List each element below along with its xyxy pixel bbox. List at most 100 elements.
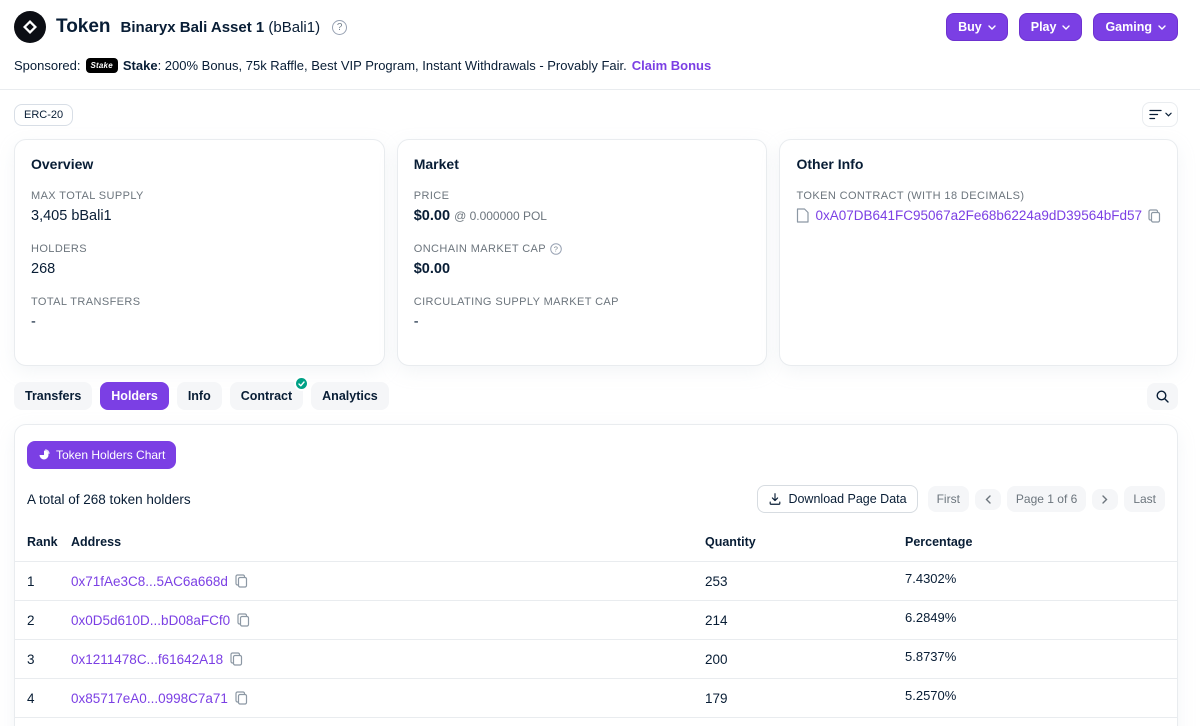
holder-percentage: 5.2570% bbox=[905, 688, 1165, 708]
col-address: Address bbox=[71, 535, 705, 549]
tabs-row: Transfers Holders Info Contract Analytic… bbox=[0, 366, 1200, 424]
gaming-label: Gaming bbox=[1105, 20, 1152, 34]
holder-rank: 3 bbox=[27, 652, 71, 667]
tab-list: Transfers Holders Info Contract Analytic… bbox=[14, 382, 389, 410]
overview-card: Overview MAX TOTAL SUPPLY 3,405 bBali1 H… bbox=[14, 139, 385, 366]
prev-page-button[interactable] bbox=[975, 489, 1001, 510]
page-title: Token bbox=[56, 16, 111, 38]
tab-contract[interactable]: Contract bbox=[230, 382, 303, 410]
last-page-button[interactable]: Last bbox=[1124, 486, 1165, 512]
holder-percentage: 7.4302% bbox=[905, 571, 1165, 591]
copy-icon bbox=[230, 652, 243, 666]
percentage-text: 5.2570% bbox=[905, 688, 1165, 703]
max-total-supply-label: MAX TOTAL SUPPLY bbox=[31, 190, 368, 202]
chart-button-label: Token Holders Chart bbox=[56, 448, 165, 462]
tab-transfers[interactable]: Transfers bbox=[14, 382, 92, 410]
price-usd: $0.00 bbox=[414, 208, 450, 224]
holder-quantity: 253 bbox=[705, 574, 905, 589]
play-label: Play bbox=[1031, 20, 1057, 34]
market-title: Market bbox=[414, 156, 751, 172]
table-row: 5 0x02502377...f65d54DC1 157 4.6109% bbox=[15, 718, 1177, 726]
help-icon[interactable]: ? bbox=[332, 20, 347, 35]
chevron-right-icon bbox=[1102, 495, 1108, 504]
sponsored-banner: Sponsored: Stake Stake: 200% Bonus, 75k … bbox=[0, 53, 1200, 89]
circulating-marketcap-label: CIRCULATING SUPPLY MARKET CAP bbox=[414, 296, 751, 308]
top-bar: Token Binaryx Bali Asset 1 (bBali1) ? Bu… bbox=[0, 0, 1200, 53]
token-logo-icon bbox=[14, 11, 46, 43]
display-options-button[interactable] bbox=[1142, 102, 1178, 127]
buy-menu-button[interactable]: Buy bbox=[946, 13, 1008, 41]
sponsored-text: Stake: 200% Bonus, 75k Raffle, Best VIP … bbox=[123, 58, 627, 73]
verified-check-icon bbox=[294, 376, 309, 391]
copy-address-button[interactable] bbox=[237, 613, 250, 627]
summary-cards: Overview MAX TOTAL SUPPLY 3,405 bBali1 H… bbox=[0, 137, 1200, 366]
percentage-text: 7.4302% bbox=[905, 571, 1165, 586]
percentage-text: 6.2849% bbox=[905, 610, 1165, 625]
onchain-marketcap-value: $0.00 bbox=[414, 261, 751, 277]
search-button[interactable] bbox=[1147, 383, 1178, 410]
holder-address-link[interactable]: 0x0D5d610D...bD08aFCf0 bbox=[71, 613, 230, 628]
document-icon bbox=[796, 208, 809, 223]
tab-holders[interactable]: Holders bbox=[100, 382, 169, 410]
copy-address-button[interactable] bbox=[230, 652, 243, 666]
page-indicator: Page 1 of 6 bbox=[1007, 486, 1086, 512]
holders-label: HOLDERS bbox=[31, 243, 368, 255]
holder-address-link[interactable]: 0x85717eA0...0998C7a71 bbox=[71, 691, 228, 706]
total-transfers-label: TOTAL TRANSFERS bbox=[31, 296, 368, 308]
gaming-menu-button[interactable]: Gaming bbox=[1093, 13, 1178, 41]
holder-percentage: 6.2849% bbox=[905, 610, 1165, 630]
sponsored-label: Sponsored: bbox=[14, 58, 81, 73]
other-info-title: Other Info bbox=[796, 156, 1161, 172]
copy-icon bbox=[1148, 209, 1161, 223]
copy-address-button[interactable] bbox=[235, 574, 248, 588]
holder-rank: 4 bbox=[27, 691, 71, 706]
onchain-marketcap-label: ONCHAIN MARKET CAP ? bbox=[414, 243, 751, 255]
token-holders-chart-button[interactable]: Token Holders Chart bbox=[27, 441, 176, 469]
holder-address-link[interactable]: 0x71fAe3C8...5AC6a668d bbox=[71, 574, 228, 589]
download-icon bbox=[768, 492, 782, 506]
holder-quantity: 179 bbox=[705, 691, 905, 706]
copy-address-button[interactable] bbox=[235, 691, 248, 705]
stake-logo: Stake bbox=[86, 58, 118, 73]
token-contract-address-link[interactable]: 0xA07DB641FC95067a2Fe68b6224a9dD39564bFd… bbox=[815, 208, 1142, 223]
next-page-button[interactable] bbox=[1092, 489, 1118, 510]
col-rank: Rank bbox=[27, 535, 71, 549]
badge-row: ERC-20 bbox=[0, 90, 1200, 137]
download-page-data-button[interactable]: Download Page Data bbox=[757, 485, 917, 513]
holders-panel: Token Holders Chart A total of 268 token… bbox=[14, 424, 1178, 726]
svg-text:?: ? bbox=[554, 244, 559, 253]
holders-table-body: 1 0x71fAe3C8...5AC6a668d 253 7.4302% 2 0… bbox=[15, 562, 1177, 726]
col-quantity: Quantity bbox=[705, 535, 905, 549]
tab-info[interactable]: Info bbox=[177, 382, 222, 410]
other-info-card: Other Info TOKEN CONTRACT (WITH 18 DECIM… bbox=[779, 139, 1178, 366]
overview-title: Overview bbox=[31, 156, 368, 172]
token-contract-label: TOKEN CONTRACT (WITH 18 DECIMALS) bbox=[796, 190, 1161, 202]
holders-value: 268 bbox=[31, 261, 368, 277]
price-value: $0.00 @ 0.000000 POL bbox=[414, 208, 751, 224]
total-holders-text: A total of 268 token holders bbox=[27, 492, 191, 507]
pie-chart-icon bbox=[38, 449, 50, 461]
first-page-button[interactable]: First bbox=[928, 486, 969, 512]
filter-list-icon bbox=[1149, 109, 1162, 120]
table-header: Rank Address Quantity Percentage bbox=[15, 527, 1177, 562]
chevron-down-icon bbox=[1158, 25, 1166, 30]
circulating-marketcap-value: - bbox=[414, 314, 751, 330]
download-label: Download Page Data bbox=[788, 492, 906, 506]
holder-quantity: 214 bbox=[705, 613, 905, 628]
copy-address-button[interactable] bbox=[1148, 209, 1161, 223]
percentage-text: 5.8737% bbox=[905, 649, 1165, 664]
chevron-left-icon bbox=[985, 495, 991, 504]
sponsor-message: : 200% Bonus, 75k Raffle, Best VIP Progr… bbox=[158, 58, 627, 73]
play-menu-button[interactable]: Play bbox=[1019, 13, 1083, 41]
claim-bonus-link[interactable]: Claim Bonus bbox=[632, 58, 711, 73]
copy-icon bbox=[237, 613, 250, 627]
table-row: 3 0x1211478C...f61642A18 200 5.8737% bbox=[15, 640, 1177, 679]
table-row: 4 0x85717eA0...0998C7a71 179 5.2570% bbox=[15, 679, 1177, 718]
chevron-down-icon bbox=[1165, 112, 1172, 117]
onchain-marketcap-text: ONCHAIN MARKET CAP bbox=[414, 243, 546, 255]
holder-address-link[interactable]: 0x1211478C...f61642A18 bbox=[71, 652, 223, 667]
copy-icon bbox=[235, 691, 248, 705]
max-total-supply-value: 3,405 bBali1 bbox=[31, 208, 368, 224]
chevron-down-icon bbox=[988, 25, 996, 30]
tab-analytics[interactable]: Analytics bbox=[311, 382, 389, 410]
